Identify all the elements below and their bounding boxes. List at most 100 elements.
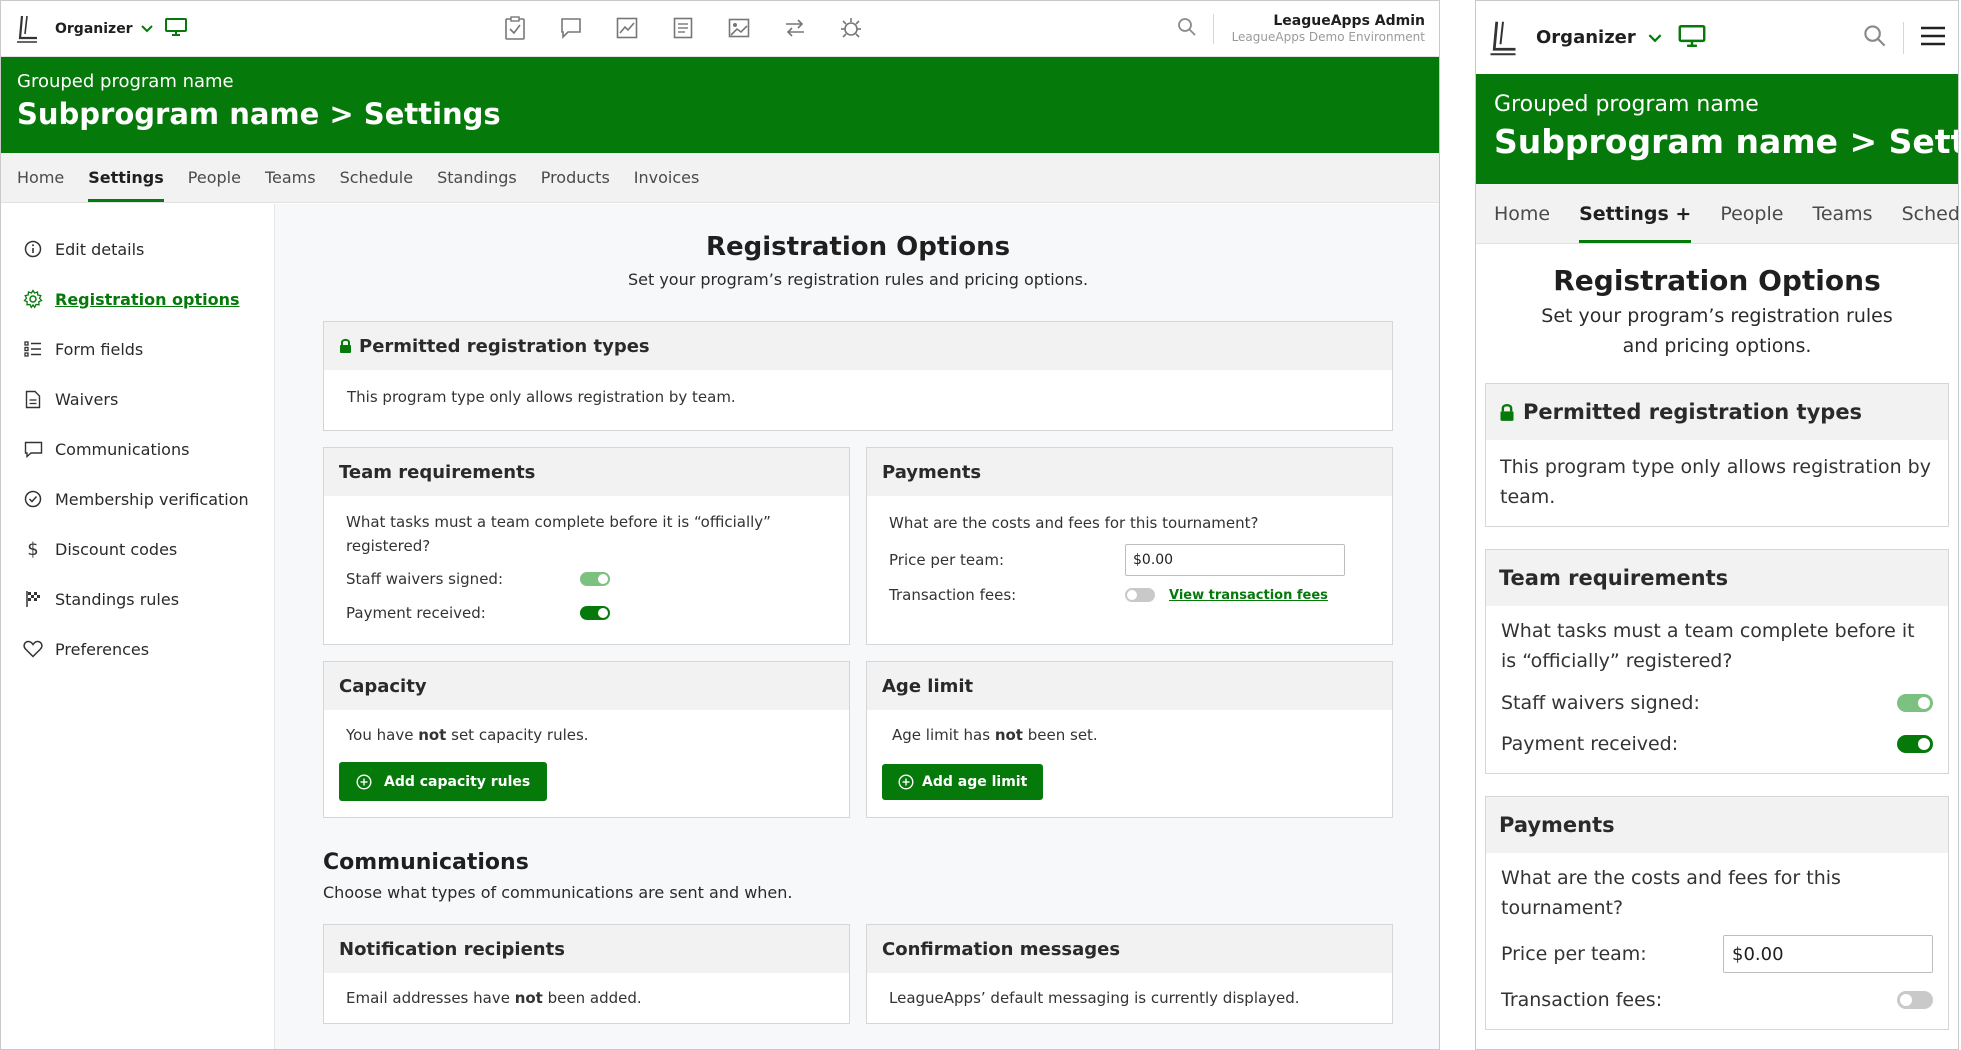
card-title: Permitted registration types xyxy=(1523,400,1863,424)
sidebar-item-label: Form fields xyxy=(55,339,144,359)
payment-received-toggle[interactable] xyxy=(1897,735,1933,753)
program-tabs: Home Settings People Teams Schedule Stan… xyxy=(1,153,1439,203)
sidebar-item-label: Membership verification xyxy=(55,489,249,509)
add-capacity-rules-button[interactable]: Add capacity rules xyxy=(339,762,548,801)
plus-circle-icon xyxy=(356,773,372,790)
sidebar-item-preferences[interactable]: Preferences xyxy=(1,624,274,674)
swap-arrows-icon[interactable] xyxy=(779,12,811,44)
mobile-program-tabs: Home Settings + People Teams Sched xyxy=(1476,184,1958,244)
leagueapps-logo[interactable] xyxy=(1488,18,1520,58)
mobile-view: Organizer Grouped program name Subprogra… xyxy=(1475,0,1959,1050)
mobile-top-bar: Organizer xyxy=(1476,1,1958,74)
price-row: Price per team: xyxy=(889,544,1370,576)
tab-standings[interactable]: Standings xyxy=(437,153,517,202)
card-title: Permitted registration types xyxy=(359,335,650,357)
tab-people[interactable]: People xyxy=(188,153,241,202)
bug-icon[interactable] xyxy=(835,12,867,44)
price-label: Price per team: xyxy=(889,551,1005,569)
payment-received-toggle[interactable] xyxy=(580,606,610,620)
transaction-fees-toggle[interactable] xyxy=(1897,991,1933,1009)
hamburger-menu-icon[interactable] xyxy=(1920,26,1946,50)
chat-bubble-icon[interactable] xyxy=(555,12,587,44)
clipboard-check-icon[interactable] xyxy=(499,12,531,44)
card-body: This program type only allows registrati… xyxy=(1500,456,1931,508)
sidebar-item-standings-rules[interactable]: Standings rules xyxy=(1,574,274,624)
tab-products[interactable]: Products xyxy=(541,153,610,202)
organizer-label: Organizer xyxy=(55,20,133,37)
top-bar: Organizer LeagueApps Admin LeagueApps De… xyxy=(1,1,1439,57)
organizer-dropdown[interactable]: Organizer xyxy=(1536,27,1662,48)
chat-icon xyxy=(23,439,43,459)
tab-teams[interactable]: Teams xyxy=(1812,184,1872,243)
staff-waivers-toggle[interactable] xyxy=(1897,694,1933,712)
capacity-text-post: set capacity rules. xyxy=(446,726,589,744)
monitor-icon[interactable] xyxy=(164,17,187,40)
transaction-fees-toggle[interactable] xyxy=(1125,588,1155,602)
organizer-label: Organizer xyxy=(1536,27,1636,48)
tab-home[interactable]: Home xyxy=(17,153,64,202)
sidebar-item-label: Preferences xyxy=(55,639,150,659)
payment-received-label: Payment received: xyxy=(1501,733,1679,755)
sidebar-item-waivers[interactable]: Waivers xyxy=(1,374,274,424)
price-per-team-input[interactable] xyxy=(1723,935,1933,973)
age-limit-text-bold: not xyxy=(994,726,1023,744)
card-title: Payments xyxy=(867,448,1392,496)
staff-waivers-label: Staff waivers signed: xyxy=(1501,692,1700,714)
tab-settings[interactable]: Settings + xyxy=(1579,184,1692,243)
image-icon[interactable] xyxy=(723,12,755,44)
tab-home[interactable]: Home xyxy=(1494,184,1550,243)
card-title: Team requirements xyxy=(324,448,849,496)
confirmation-messages-card: Confirmation messages LeagueApps’ defaul… xyxy=(866,924,1393,1024)
search-icon[interactable] xyxy=(1177,17,1197,41)
tab-schedule[interactable]: Schedule xyxy=(340,153,414,202)
team-requirements-card: Team requirements What tasks must a team… xyxy=(323,447,850,645)
view-transaction-fees-link[interactable]: View transaction fees xyxy=(1169,588,1328,603)
search-icon[interactable] xyxy=(1863,24,1887,52)
sidebar-item-membership-verification[interactable]: Membership verification xyxy=(1,474,274,524)
transaction-fees-row: Transaction fees: xyxy=(1501,985,1933,1015)
payments-question: What are the costs and fees for this tou… xyxy=(889,514,1259,532)
transaction-fees-label: Transaction fees: xyxy=(1501,989,1663,1011)
sidebar-item-edit-details[interactable]: Edit details xyxy=(1,224,274,274)
card-body: What are the costs and fees for this tou… xyxy=(1486,853,1948,1029)
button-label: Add age limit xyxy=(922,774,1028,790)
mobile-top-right xyxy=(1863,21,1946,54)
notification-text-pre: Email addresses have xyxy=(346,989,515,1007)
group-name: Grouped program name xyxy=(17,71,234,92)
payment-received-label: Payment received: xyxy=(346,604,486,622)
top-right-area: LeagueApps Admin LeagueApps Demo Environ… xyxy=(1177,13,1425,44)
page-title: Subprogram name > Settings xyxy=(17,97,501,131)
team-req-question: What tasks must a team complete before i… xyxy=(346,513,771,555)
transaction-fees-row: Transaction fees: View transaction fees xyxy=(889,586,1370,604)
plus-circle-icon xyxy=(898,774,914,790)
sidebar-item-registration-options[interactable]: Registration options xyxy=(1,274,274,324)
program-header: Grouped program name Subprogram name > S… xyxy=(1,57,1439,153)
monitor-icon[interactable] xyxy=(1678,24,1706,51)
sidebar-item-form-fields[interactable]: Form fields xyxy=(1,324,274,374)
group-name: Grouped program name xyxy=(1494,92,1759,117)
staff-waivers-toggle[interactable] xyxy=(580,572,610,586)
tab-settings[interactable]: Settings xyxy=(88,153,164,202)
sidebar-item-communications[interactable]: Communications xyxy=(1,424,274,474)
sidebar-item-discount-codes[interactable]: $ Discount codes xyxy=(1,524,274,574)
confirmation-text: LeagueApps’ default messaging is current… xyxy=(889,989,1300,1007)
price-per-team-input[interactable] xyxy=(1125,544,1345,576)
tab-teams[interactable]: Teams xyxy=(265,153,316,202)
tab-people[interactable]: People xyxy=(1720,184,1783,243)
add-age-limit-button[interactable]: Add age limit xyxy=(882,764,1044,800)
card-title: Capacity xyxy=(324,662,849,710)
info-icon xyxy=(23,239,43,259)
leagueapps-logo[interactable] xyxy=(15,13,41,45)
card-title: Age limit xyxy=(867,662,1392,710)
content-area: Edit details Registration options Form f… xyxy=(1,204,1439,1049)
lock-icon xyxy=(1499,403,1515,422)
trend-chart-icon[interactable] xyxy=(611,12,643,44)
document-icon xyxy=(23,389,43,409)
user-menu[interactable]: LeagueApps Admin LeagueApps Demo Environ… xyxy=(1232,13,1425,44)
price-row: Price per team: xyxy=(1501,935,1933,973)
capacity-card: Capacity You have not set capacity rules… xyxy=(323,661,850,818)
tab-invoices[interactable]: Invoices xyxy=(634,153,700,202)
document-list-icon[interactable] xyxy=(667,12,699,44)
organizer-dropdown[interactable]: Organizer xyxy=(55,21,153,37)
tab-schedule[interactable]: Sched xyxy=(1902,184,1958,243)
